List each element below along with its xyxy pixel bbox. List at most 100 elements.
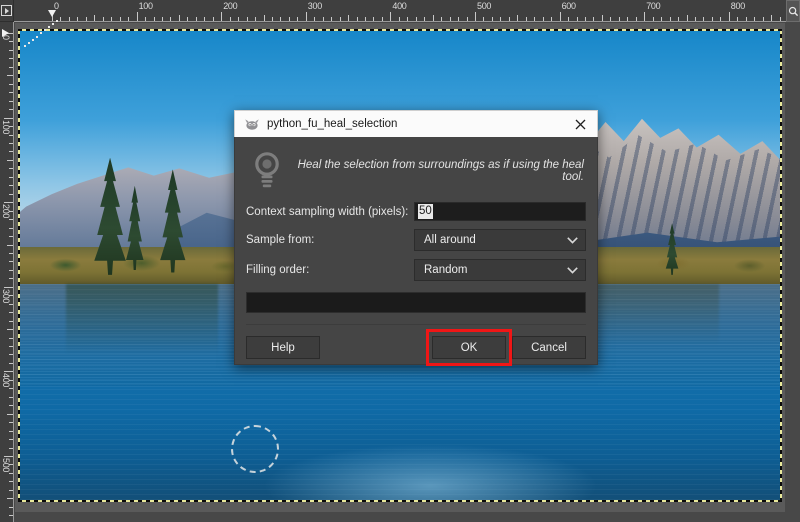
ruler-tick (221, 12, 222, 21)
ruler-tick (297, 17, 298, 21)
ruler-tick (9, 219, 13, 220)
ruler-tick (720, 17, 721, 21)
ruler-tick (526, 17, 527, 21)
field-sample-from: Sample from: All around (246, 229, 586, 251)
ruler-tick (390, 12, 391, 21)
field-label: Sample from: (246, 234, 414, 246)
ruler-tick (500, 17, 501, 21)
close-icon[interactable] (569, 113, 591, 135)
ruler-tick (9, 101, 13, 102)
ruler-tick (577, 17, 578, 21)
ruler-tick (424, 17, 425, 21)
field-filling-order: Filling order: Random (246, 259, 586, 281)
ruler-tick (9, 338, 13, 339)
ruler-tick (9, 50, 13, 51)
ruler-label: 100 (1, 120, 11, 134)
ruler-tick (9, 490, 13, 491)
ruler-tick (568, 17, 569, 21)
ruler-tick (187, 17, 188, 21)
guide-dot (52, 23, 54, 25)
ruler-tick (483, 17, 484, 21)
ruler-tick (357, 17, 358, 21)
ruler-unit-menu-button[interactable] (0, 0, 14, 22)
dialog-separator (246, 324, 586, 325)
ok-button-highlight-wrap: OK (432, 336, 512, 359)
ruler-label: 400 (392, 1, 406, 11)
ruler-tick (60, 17, 61, 21)
ruler-tick (602, 15, 603, 21)
ruler-tick (636, 17, 637, 21)
dialog-title: python_fu_heal_selection (267, 118, 569, 130)
ruler-tick (213, 17, 214, 21)
guide-dot (40, 32, 42, 34)
context-sampling-width-input[interactable]: 50 (414, 202, 586, 221)
ruler-tick (653, 17, 654, 21)
ruler-tick (9, 388, 13, 389)
dialog-title-bar[interactable]: python_fu_heal_selection (234, 110, 598, 137)
ruler-tick (9, 439, 13, 440)
ruler-tick (204, 17, 205, 21)
ruler-tick (712, 17, 713, 21)
ruler-tick (610, 17, 611, 21)
ruler-label: 500 (1, 458, 11, 472)
input-value: 50 (418, 204, 433, 219)
dialog-body: Heal the selection from surroundings as … (234, 137, 598, 365)
ruler-tick (695, 17, 696, 21)
ruler-tick (289, 17, 290, 21)
ruler-tick (264, 15, 265, 21)
dialog-hint-text: Heal the selection from surroundings as … (294, 159, 586, 183)
ruler-tick (534, 17, 535, 21)
ruler-tick (593, 17, 594, 21)
filling-order-dropdown[interactable]: Random (414, 259, 586, 281)
ruler-tick (196, 17, 197, 21)
sample-from-dropdown[interactable]: All around (414, 229, 586, 251)
horizontal-ruler[interactable]: 0100200300400500600700800 (14, 0, 786, 22)
ruler-tick (9, 363, 13, 364)
ruler-tick (230, 17, 231, 21)
ruler-tick (314, 17, 315, 21)
ruler-tick (509, 17, 510, 21)
ruler-label: 300 (308, 1, 322, 11)
cancel-button[interactable]: Cancel (512, 336, 586, 359)
guide-dot (36, 36, 38, 38)
ruler-tick (4, 456, 13, 457)
ruler-tick (433, 15, 434, 21)
zoom-image-button[interactable] (786, 0, 800, 22)
field-context-sampling-width: Context sampling width (pixels): 50 (246, 202, 586, 221)
ruler-tick (9, 92, 13, 93)
ruler-tick (458, 17, 459, 21)
ruler-label: 600 (562, 1, 576, 11)
elliptical-selection[interactable] (231, 425, 279, 473)
ruler-tick (340, 17, 341, 21)
ruler-tick (170, 17, 171, 21)
ruler-tick (111, 17, 112, 21)
guide-dot (28, 42, 30, 44)
ruler-tick (9, 168, 13, 169)
ruler-tick (9, 194, 13, 195)
ruler-tick (551, 17, 552, 21)
python-fu-heal-selection-dialog[interactable]: python_fu_heal_selection Heal the select… (234, 110, 598, 365)
ruler-tick (4, 202, 13, 203)
ok-button[interactable]: OK (432, 336, 506, 359)
ruler-tick (9, 515, 13, 516)
ruler-tick (678, 17, 679, 21)
ruler-tick (560, 12, 561, 21)
guide-dot (32, 39, 34, 41)
ruler-tick (9, 321, 13, 322)
ruler-label: 700 (646, 1, 660, 11)
ruler-label: 800 (731, 1, 745, 11)
ruler-tick (9, 312, 13, 313)
ruler-tick (416, 17, 417, 21)
vertical-ruler[interactable]: 0100200300400500 (0, 22, 14, 522)
ruler-tick (323, 17, 324, 21)
help-button[interactable]: Help (246, 336, 320, 359)
ruler-tick (467, 17, 468, 21)
ruler-tick (365, 17, 366, 21)
ruler-tick (763, 17, 764, 21)
ruler-tick (9, 397, 13, 398)
ruler-tick (280, 17, 281, 21)
ruler-menu-icon (1, 5, 12, 16)
gimp-image-window: 0100200300400500600700800 01002003004005… (0, 0, 800, 522)
water-highlight (263, 444, 597, 500)
guide-dot (48, 26, 50, 28)
